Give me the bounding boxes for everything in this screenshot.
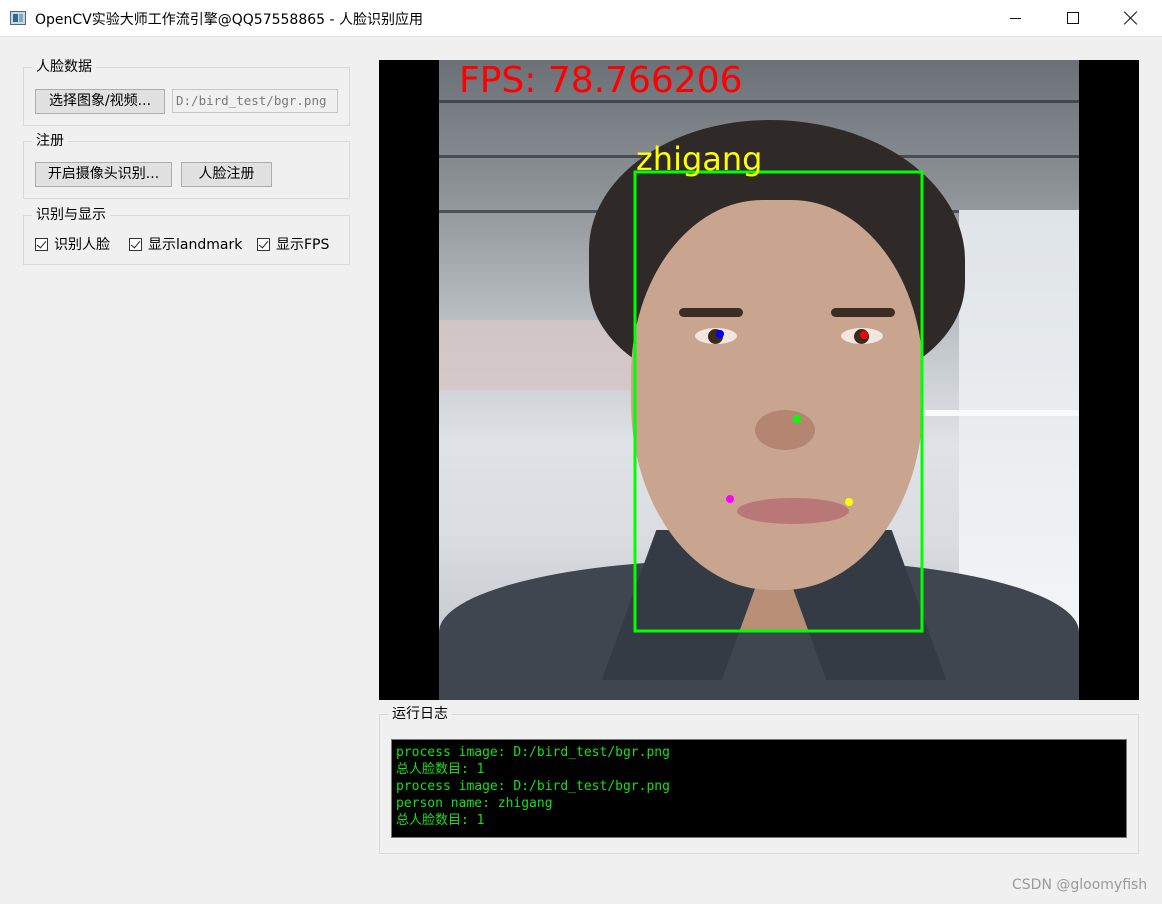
- log-line: process image: D:/bird_test/bgr.png: [396, 745, 670, 760]
- face-bounding-box: [633, 170, 924, 633]
- maximize-icon: [1067, 12, 1079, 24]
- minimize-icon: [1009, 17, 1021, 19]
- log-line: 总人脸数目: 1: [396, 813, 485, 828]
- face-data-group-title: 人脸数据: [32, 58, 96, 76]
- log-line: person name: zhigang: [396, 796, 553, 811]
- log-line: 总人脸数目: 1: [396, 762, 485, 777]
- title-bar: OpenCV实验大师工作流引擎@QQ57558865 - 人脸识别应用: [0, 0, 1162, 37]
- checkbox-label: 显示FPS: [276, 237, 330, 253]
- minimize-button[interactable]: [986, 0, 1044, 36]
- landmark-nose: [793, 415, 801, 423]
- landmark-mouth-left: [726, 495, 734, 503]
- opencv-window-icon: [10, 11, 26, 25]
- run-log-group-title: 运行日志: [388, 705, 452, 723]
- landmark-mouth-right: [845, 498, 853, 506]
- checkbox-checked-icon: [35, 237, 48, 251]
- checkbox-label: 显示landmark: [148, 237, 243, 253]
- checkbox-recognize-face[interactable]: 识别人脸: [35, 234, 110, 254]
- open-camera-button[interactable]: 开启摄像头识别...: [35, 162, 172, 187]
- window-title: OpenCV实验大师工作流引擎@QQ57558865 - 人脸识别应用: [35, 12, 423, 28]
- face-register-button[interactable]: 人脸注册: [181, 162, 272, 187]
- fps-overlay-text: FPS: 78.766206: [459, 60, 743, 101]
- checkbox-checked-icon: [129, 237, 142, 251]
- log-line: process image: D:/bird_test/bgr.png: [396, 779, 670, 794]
- maximize-button[interactable]: [1044, 0, 1102, 36]
- recognition-display-group-title: 识别与显示: [32, 206, 110, 224]
- log-output[interactable]: process image: D:/bird_test/bgr.png 总人脸数…: [391, 739, 1127, 838]
- close-button[interactable]: [1102, 0, 1160, 36]
- close-icon: [1124, 11, 1138, 25]
- csdn-watermark: CSDN @gloomyfish: [1012, 877, 1148, 893]
- register-group-title: 注册: [32, 132, 68, 150]
- select-image-video-button[interactable]: 选择图象/视频...: [35, 89, 165, 114]
- landmark-right-eye: [860, 331, 868, 339]
- checkbox-checked-icon: [257, 237, 270, 251]
- checkbox-show-fps[interactable]: 显示FPS: [257, 234, 329, 254]
- video-display: FPS: 78.766206 zhigang: [379, 60, 1139, 700]
- checkbox-label: 识别人脸: [54, 237, 110, 253]
- landmark-left-eye: [716, 330, 724, 338]
- image-path-field[interactable]: D:/bird_test/bgr.png: [172, 89, 338, 113]
- person-name-label: zhigang: [636, 140, 762, 178]
- detection-overlay: FPS: 78.766206 zhigang: [459, 60, 924, 633]
- checkbox-show-landmark[interactable]: 显示landmark: [129, 234, 242, 254]
